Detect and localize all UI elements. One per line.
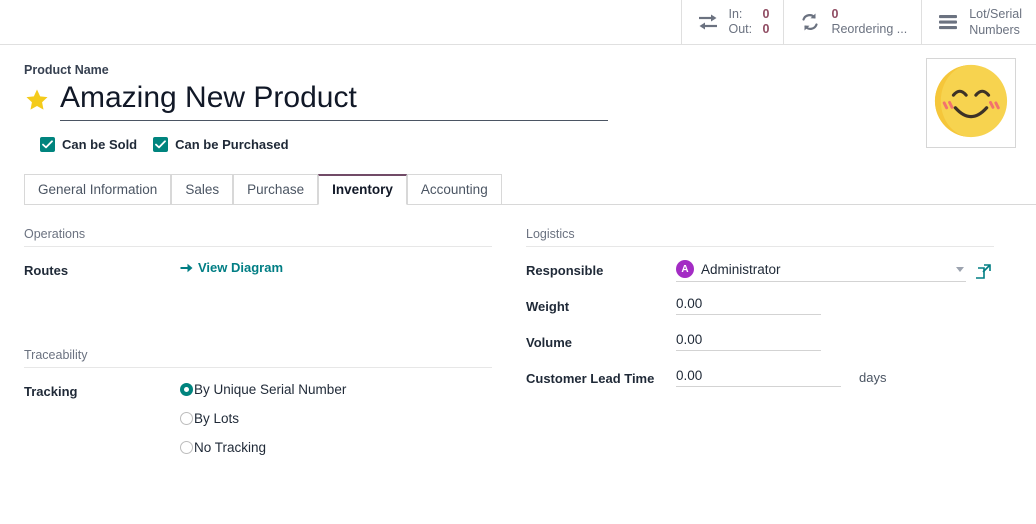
stat-button-reordering[interactable]: 0 Reordering ...: [783, 0, 921, 44]
volume-input[interactable]: 0.00: [676, 332, 821, 351]
product-name-input[interactable]: [60, 79, 608, 121]
right-column: Logistics Responsible A Administrator: [526, 227, 994, 467]
product-flags-row: Can be Sold Can be Purchased: [40, 137, 1012, 152]
responsible-input[interactable]: A Administrator: [676, 260, 966, 282]
stat-button-bar: In: 0 Out: 0 0 Reordering ...: [0, 0, 1036, 45]
radio-dot-icon: [180, 383, 193, 396]
customer-lead-time-label: Customer Lead Time: [526, 368, 676, 389]
tracking-radio-group: By Unique Serial Number By Lots No Track…: [180, 381, 346, 455]
checkbox-can-be-sold[interactable]: Can be Sold: [40, 137, 137, 152]
checkmark-icon: [153, 137, 168, 152]
volume-row: Volume 0.00: [526, 332, 994, 356]
product-form-sheet: Product Name Can be Sold: [0, 45, 1036, 467]
tab-sales[interactable]: Sales: [171, 174, 233, 205]
logistics-group-title: Logistics: [526, 227, 994, 247]
avatar: A: [676, 260, 694, 278]
radio-no-tracking[interactable]: No Tracking: [180, 440, 346, 455]
checkbox-can-be-purchased[interactable]: Can be Purchased: [153, 137, 288, 152]
section-spacer: [24, 296, 492, 348]
radio-by-lots[interactable]: By Lots: [180, 411, 346, 426]
responsible-value: Administrator: [701, 262, 949, 277]
in-value: 0: [763, 7, 770, 22]
checkmark-icon: [40, 137, 55, 152]
list-stack-icon: [936, 13, 960, 31]
tracking-row: Tracking By Unique Serial Number By Lots: [24, 381, 492, 455]
stat-button-lot-serial-numbers[interactable]: Lot/Serial Numbers: [921, 0, 1036, 44]
smiling-face-emoji: [932, 62, 1010, 145]
volume-label: Volume: [526, 332, 676, 353]
tab-purchase[interactable]: Purchase: [233, 174, 318, 205]
radio-label: No Tracking: [194, 440, 266, 455]
can-be-purchased-label: Can be Purchased: [175, 137, 288, 152]
weight-label: Weight: [526, 296, 676, 317]
customer-lead-time-row: Customer Lead Time 0.00 days: [526, 368, 994, 392]
radio-label: By Unique Serial Number: [194, 382, 346, 397]
left-column: Operations Routes View Diagram: [24, 227, 492, 467]
reordering-value: 0: [831, 7, 907, 22]
tab-accounting[interactable]: Accounting: [407, 174, 502, 205]
operations-group-title: Operations: [24, 227, 492, 247]
radio-by-unique-serial-number[interactable]: By Unique Serial Number: [180, 382, 346, 397]
out-label: Out:: [729, 22, 759, 37]
radio-label: By Lots: [194, 411, 239, 426]
in-label: In:: [729, 7, 759, 22]
responsible-label: Responsible: [526, 260, 676, 281]
stat-button-in-out[interactable]: In: 0 Out: 0: [681, 0, 784, 44]
product-name-label: Product Name: [24, 63, 1012, 77]
product-image-box[interactable]: [926, 58, 1016, 148]
reordering-label: Reordering ...: [831, 22, 907, 37]
tabs-filler: [502, 174, 1036, 205]
refresh-icon: [798, 12, 822, 32]
view-diagram-label: View Diagram: [198, 260, 283, 275]
routes-row: Routes View Diagram: [24, 260, 492, 284]
out-value: 0: [763, 22, 770, 37]
chevron-down-icon[interactable]: [956, 267, 964, 272]
radio-dot-icon: [180, 412, 193, 425]
tracking-label: Tracking: [24, 381, 180, 402]
tab-inventory[interactable]: Inventory: [318, 174, 407, 205]
arrow-right-icon: [180, 262, 193, 274]
traceability-group-title: Traceability: [24, 348, 492, 368]
lot-serial-line2: Numbers: [969, 22, 1022, 38]
external-link-icon[interactable]: [976, 264, 991, 279]
radio-dot-icon: [180, 441, 193, 454]
lot-serial-line1: Lot/Serial: [969, 6, 1022, 22]
inventory-tab-content: Operations Routes View Diagram: [0, 205, 1036, 467]
weight-input[interactable]: 0.00: [676, 296, 821, 315]
title-area: Product Name Can be Sold: [0, 45, 1036, 152]
star-icon[interactable]: [24, 87, 50, 113]
routes-label: Routes: [24, 260, 180, 281]
weight-row: Weight 0.00: [526, 296, 994, 320]
can-be-sold-label: Can be Sold: [62, 137, 137, 152]
lead-time-unit: days: [859, 370, 886, 385]
customer-lead-time-input[interactable]: 0.00: [676, 368, 841, 387]
transfer-arrows-icon: [696, 13, 720, 31]
notebook-tabs: General Information Sales Purchase Inven…: [24, 174, 1036, 205]
tab-general-information[interactable]: General Information: [24, 174, 171, 205]
product-name-row: [24, 79, 1012, 121]
view-diagram-link[interactable]: View Diagram: [180, 260, 283, 275]
responsible-row: Responsible A Administrator: [526, 260, 994, 284]
